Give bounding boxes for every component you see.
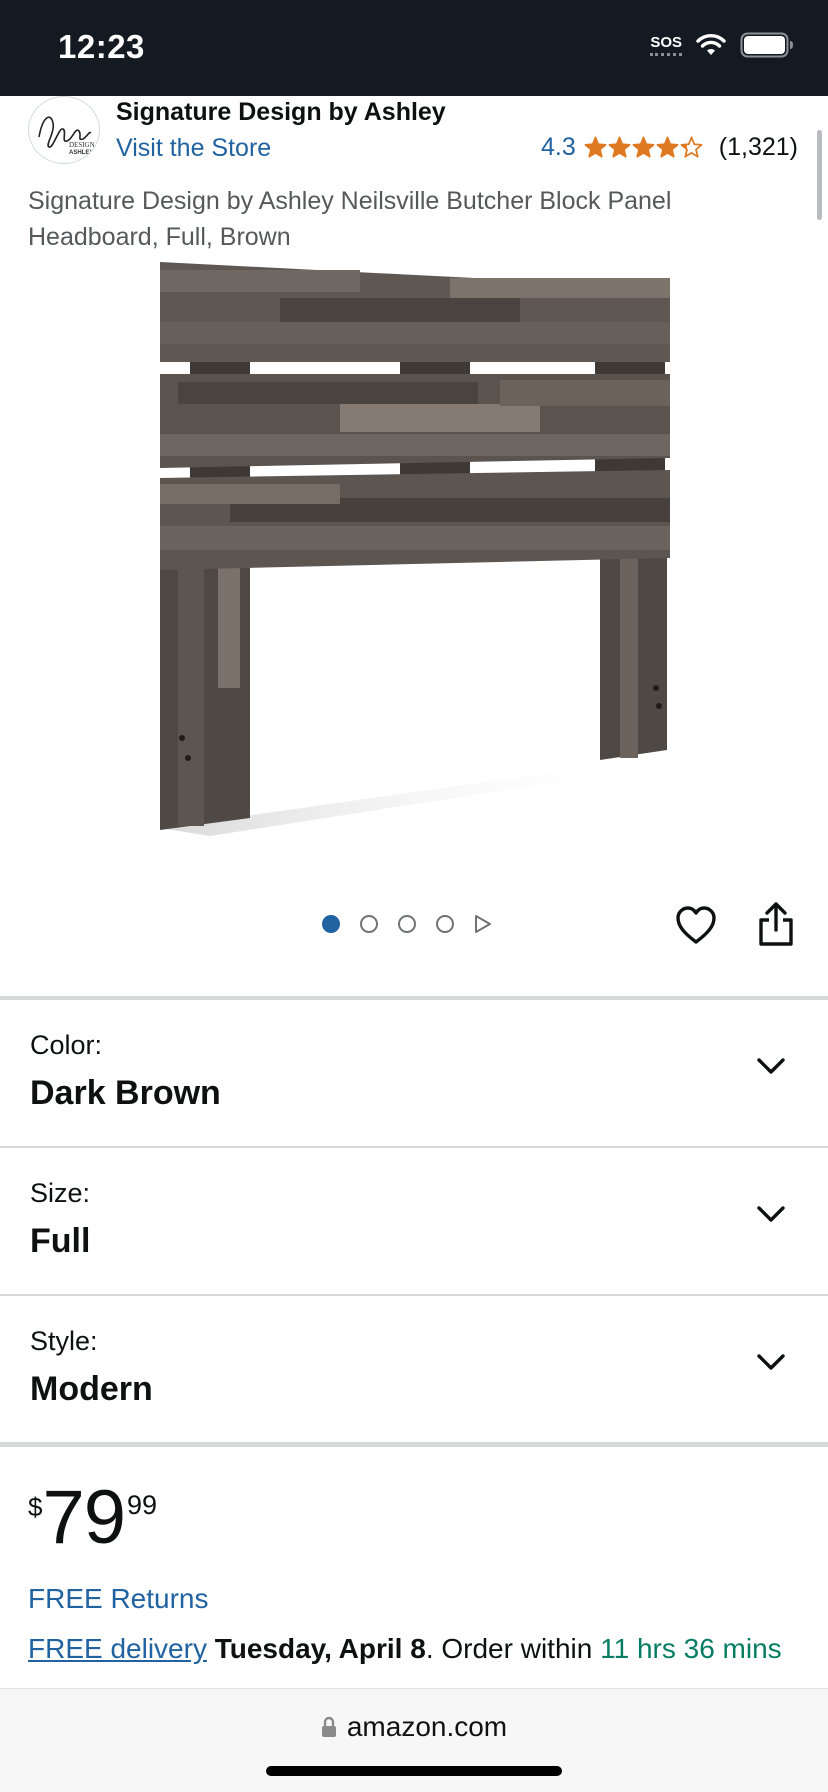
style-label: Style:	[30, 1326, 98, 1356]
chevron-down-icon[interactable]	[756, 1056, 786, 1076]
store-name[interactable]: Signature Design by Ashley	[116, 98, 446, 127]
status-icons: SOS	[650, 32, 794, 58]
status-time: 12:23	[58, 28, 145, 65]
product-title: Signature Design by Ashley Neilsville Bu…	[28, 187, 672, 251]
style-value: Modern	[30, 1370, 153, 1408]
size-value: Full	[30, 1222, 91, 1260]
home-indicator[interactable]	[266, 1766, 562, 1776]
price-whole: 79	[42, 1475, 126, 1560]
section-divider	[0, 1443, 828, 1447]
rating-value: 4.3	[541, 133, 576, 161]
svg-text:ASHLEY: ASHLEY	[69, 150, 93, 156]
store-logo[interactable]: DESIGN ASHLEY	[28, 96, 100, 164]
svg-text:DESIGN: DESIGN	[69, 141, 95, 149]
delivery-date: Tuesday, April 8	[214, 1633, 426, 1664]
color-label: Color:	[30, 1030, 103, 1060]
delivery-info: FREE delivery Tuesday, April 8. Order wi…	[28, 1630, 808, 1692]
image-carousel-dots[interactable]	[322, 914, 492, 934]
store-rating[interactable]: 4.3 (1,321)	[541, 133, 798, 162]
style-selector[interactable]: Style: Modern	[0, 1296, 828, 1444]
sos-indicator: SOS	[650, 35, 682, 56]
browser-url-bar[interactable]: amazon.com	[0, 1688, 828, 1792]
wifi-icon	[696, 34, 726, 55]
size-selector[interactable]: Size: Full	[0, 1148, 828, 1296]
star-rating	[584, 136, 703, 159]
price-symbol: $	[28, 1492, 43, 1522]
size-label: Size:	[30, 1178, 91, 1208]
scrollbar[interactable]	[817, 130, 822, 220]
star-icon	[584, 136, 607, 158]
star-icon	[656, 136, 679, 158]
visit-store-link[interactable]: Visit the Store	[116, 134, 271, 163]
star-icon	[632, 136, 655, 158]
share-icon[interactable]	[756, 900, 796, 948]
review-count: (1,321)	[718, 133, 798, 161]
chevron-down-icon[interactable]	[756, 1204, 786, 1224]
headboard-product-image[interactable]	[150, 258, 680, 838]
battery-icon	[740, 32, 793, 58]
carousel-dot-2[interactable]	[360, 915, 378, 933]
free-delivery-link[interactable]: FREE delivery	[28, 1633, 207, 1664]
delivery-countdown: 11 hrs 36 mins	[600, 1633, 782, 1664]
play-video-icon[interactable]	[474, 914, 492, 934]
url-text: amazon.com	[346, 1711, 508, 1742]
url-display[interactable]: amazon.com	[0, 1711, 828, 1743]
signature-design-logo: DESIGN ASHLEY	[38, 116, 95, 156]
status-bar: 12:23 SOS	[0, 0, 828, 96]
carousel-dot-4[interactable]	[436, 915, 454, 933]
heart-icon[interactable]	[674, 904, 718, 948]
delivery-text: . Order within	[425, 1633, 601, 1664]
star-icon	[680, 136, 703, 158]
color-value: Dark Brown	[30, 1074, 221, 1112]
price-fraction: 99	[127, 1490, 158, 1520]
carousel-dot-1[interactable]	[322, 915, 340, 933]
lock-icon	[321, 1716, 336, 1737]
chevron-down-icon[interactable]	[756, 1352, 786, 1372]
carousel-dot-3[interactable]	[398, 915, 416, 933]
free-returns-link[interactable]: FREE Returns	[28, 1583, 209, 1615]
price: $ 79 99	[28, 1478, 157, 1558]
star-icon	[608, 136, 631, 158]
color-selector[interactable]: Color: Dark Brown	[0, 1000, 828, 1148]
